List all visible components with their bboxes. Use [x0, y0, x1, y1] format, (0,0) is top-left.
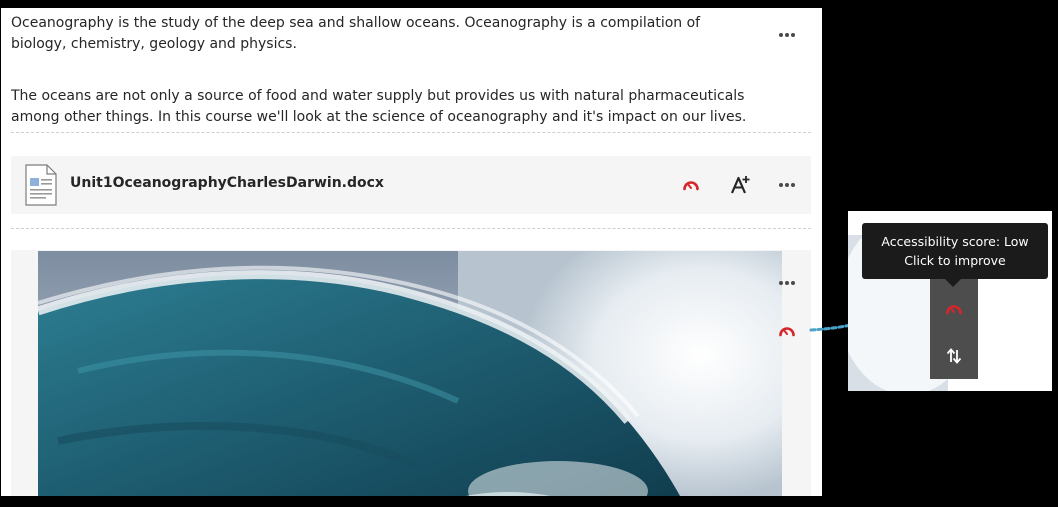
tooltip-action-text: Click to improve — [904, 253, 1006, 268]
image-more-options-button[interactable] — [775, 275, 799, 291]
file-attachment-row[interactable]: Unit1OceanographyCharlesDarwin.docx — [11, 156, 811, 214]
paragraph-1-more-options-button[interactable] — [775, 27, 799, 43]
document-icon — [25, 164, 57, 206]
image-block[interactable] — [11, 250, 811, 496]
reorder-arrows-icon[interactable] — [945, 347, 963, 365]
zoom-callout-panel: Accessibility score: Low Click to improv… — [848, 211, 1052, 391]
accessibility-gauge-icon[interactable] — [682, 177, 700, 193]
tooltip-arrow — [945, 279, 961, 287]
more-options-icon — [779, 281, 783, 285]
alternative-formats-icon[interactable] — [729, 174, 751, 196]
paragraph-2: The oceans are not only a source of food… — [11, 88, 747, 125]
accessibility-gauge-icon[interactable] — [778, 323, 796, 339]
tooltip-score-text: Accessibility score: Low — [881, 234, 1029, 249]
divider — [11, 228, 811, 229]
ocean-wave-image — [38, 251, 782, 496]
accessibility-gauge-icon[interactable] — [945, 301, 963, 317]
paragraph-1: Oceanography is the study of the deep se… — [11, 15, 701, 52]
more-options-icon — [779, 33, 783, 37]
more-options-icon — [779, 183, 783, 187]
file-more-options-button[interactable] — [775, 177, 799, 193]
content-panel: Oceanography is the study of the deep se… — [1, 8, 822, 496]
divider — [11, 132, 811, 133]
file-name[interactable]: Unit1OceanographyCharlesDarwin.docx — [70, 175, 384, 191]
image-toolbar — [930, 271, 978, 379]
accessibility-tooltip: Accessibility score: Low Click to improv… — [862, 223, 1048, 279]
